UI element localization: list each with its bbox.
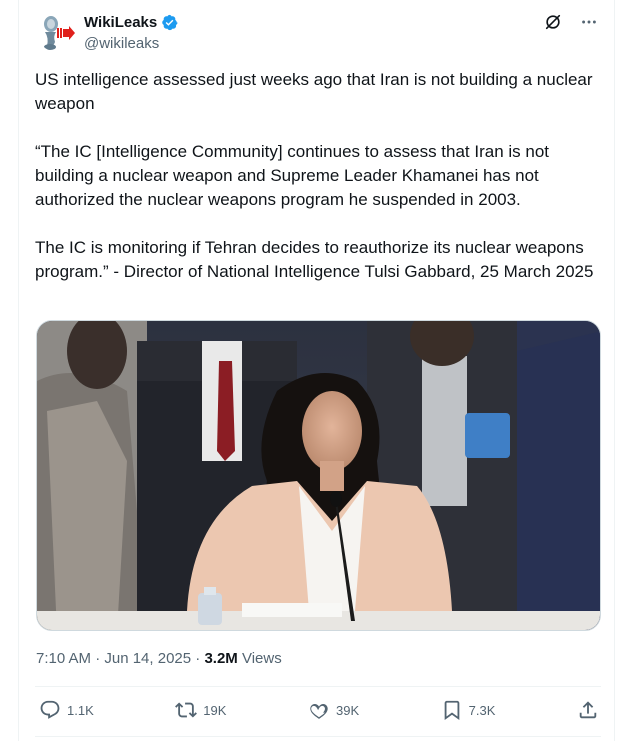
- timestamp[interactable]: 7:10 AM · Jun 14, 2025 ·: [36, 650, 204, 667]
- reply-icon: [40, 700, 60, 719]
- verified-badge-icon[interactable]: [161, 14, 178, 31]
- views-count: 3.2M: [204, 650, 238, 667]
- author-handle[interactable]: @wikileaks: [84, 35, 159, 52]
- tweet-card: WikiLeaks @wikileaks US intelligence ass…: [18, 0, 615, 741]
- avatar[interactable]: [37, 12, 77, 52]
- repost-icon: [175, 702, 198, 718]
- repost-count: 19K: [203, 702, 227, 718]
- like-count: 39K: [335, 702, 360, 718]
- action-bar: 1.1K 19K 39K 7.3K: [39, 699, 599, 721]
- reply-count: 1.1K: [67, 702, 94, 718]
- repost-button[interactable]: 19K: [175, 699, 226, 721]
- wikileaks-logo-icon: [37, 12, 77, 52]
- divider: [35, 736, 601, 737]
- tweet-paragraph: The IC is monitoring if Tehran decides t…: [35, 238, 594, 281]
- tweet-media-image[interactable]: [36, 320, 601, 631]
- bookmark-count: 7.3K: [468, 702, 496, 718]
- views-label: Views: [237, 650, 282, 667]
- top-actions: [543, 12, 599, 32]
- divider: [35, 686, 601, 687]
- tweet-paragraph: US intelligence assessed just weeks ago …: [35, 70, 598, 113]
- grok-icon[interactable]: [543, 12, 563, 32]
- display-name[interactable]: WikiLeaks: [84, 14, 157, 31]
- tweet-paragraph: “The IC [Intelligence Community] continu…: [35, 142, 554, 209]
- share-button[interactable]: [577, 699, 599, 721]
- like-icon: [310, 704, 328, 719]
- bookmark-icon: [444, 700, 460, 721]
- author-name-row[interactable]: WikiLeaks: [84, 14, 178, 31]
- share-icon: [579, 701, 597, 719]
- hearing-photo: [37, 321, 600, 630]
- tweet-text: US intelligence assessed just weeks ago …: [35, 68, 605, 308]
- reply-button[interactable]: 1.1K: [39, 699, 94, 721]
- like-button[interactable]: 39K: [308, 699, 359, 721]
- more-icon[interactable]: [579, 12, 599, 32]
- tweet-meta: 7:10 AM · Jun 14, 2025 · 3.2M Views: [36, 650, 282, 667]
- bookmark-button[interactable]: 7.3K: [441, 699, 496, 721]
